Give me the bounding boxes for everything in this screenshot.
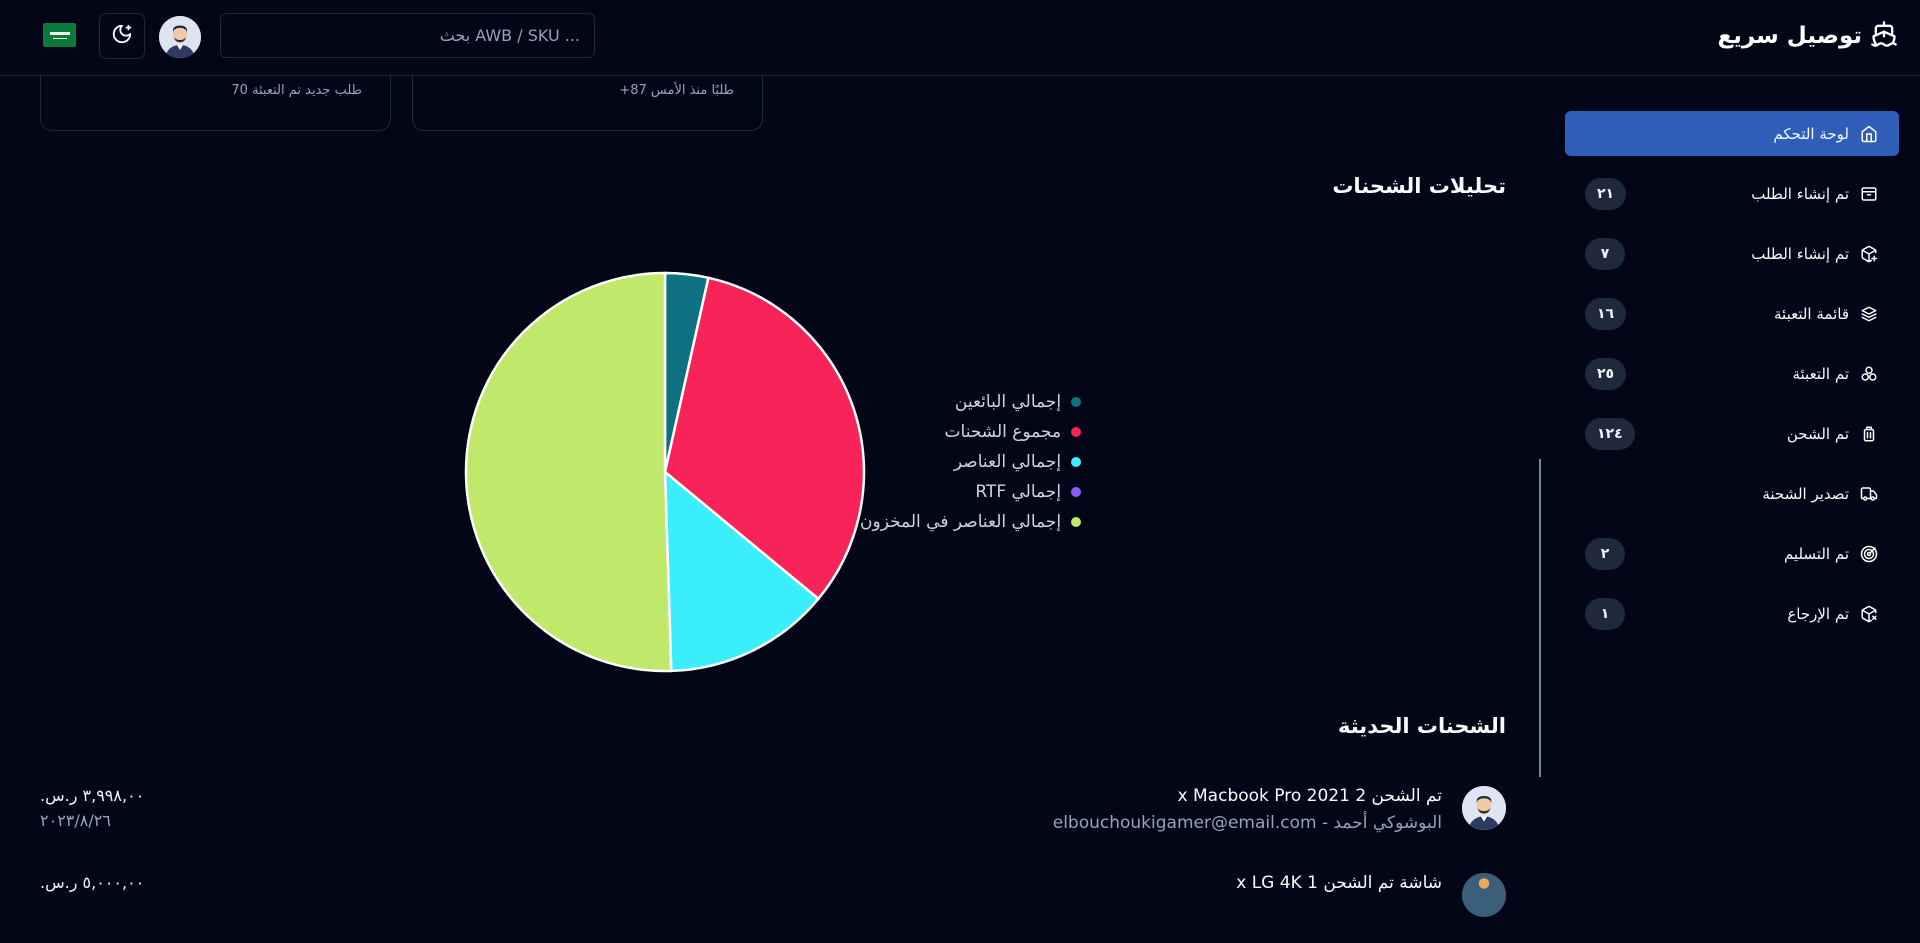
legend-item[interactable]: إجمالي البائعين (860, 387, 1082, 417)
home-icon (1859, 124, 1879, 144)
legend-label: مجموع الشحنات (944, 422, 1062, 442)
shipment-date: ٢٠٢٣/٨/٢٦ (40, 811, 111, 830)
analytics-title: تحليلات الشحنات (1332, 174, 1506, 198)
pie-slice-4[interactable] (464, 271, 673, 673)
sidebar-item-delivered[interactable]: تم التسليم ٢ (1565, 531, 1899, 576)
sidebar-item-label: قائمة التعبئة (1774, 304, 1849, 323)
brand-name: توصيل سريع (1717, 23, 1862, 49)
sidebar-item-label: تم إنشاء الطلب (1751, 184, 1849, 203)
flag-sword-icon (52, 37, 67, 39)
shipment-amount: ٥,٠٠٠,٠٠ ر.س. (40, 873, 145, 892)
legend-item[interactable]: مجموع الشحنات (860, 417, 1082, 447)
legend-dot-icon (1071, 427, 1082, 437)
legend-item[interactable]: إجمالي RTF (860, 477, 1082, 507)
sidebar-item-shipped[interactable]: تم الشحن ١٢٤ (1565, 411, 1899, 456)
sidebar-item-label: لوحة التحكم (1773, 124, 1849, 143)
sidebar-item-dashboard[interactable]: لوحة التحكم (1565, 111, 1899, 156)
package-icon (1859, 184, 1879, 204)
sidebar-item-label: تم التعبئة (1792, 364, 1849, 383)
flag-emblem-icon (49, 31, 70, 35)
customer-avatar (1462, 873, 1506, 917)
chart-legend: إجمالي البائعين مجموع الشحنات إجمالي العنا… (860, 387, 1082, 537)
shipment-customer: البوشوكي أحمد - elbouchoukigamer@email.c… (1052, 813, 1442, 833)
customer-avatar (1462, 786, 1506, 830)
ship-logo-icon (1870, 20, 1898, 52)
sidebar-item-packed[interactable]: تم التعبئة ٢٥ (1565, 351, 1899, 396)
shipment-amount: ٣,٩٩٨,٠٠ ر.س. (40, 786, 145, 805)
legend-item[interactable]: إجمالي العناصر في المخزون (860, 507, 1082, 537)
count-badge: ١ (1585, 597, 1625, 630)
sidebar-item-export-shipment[interactable]: تصدير الشحنة (1565, 471, 1899, 516)
legend-label: إجمالي العناصر في المخزون (860, 512, 1062, 532)
legend-dot-icon (1071, 457, 1082, 467)
count-badge: ٧ (1585, 237, 1625, 270)
sidebar-item-packing-list[interactable]: قائمة التعبئة ١٦ (1565, 291, 1899, 336)
legend-label: إجمالي العناصر (953, 452, 1062, 472)
legend-label: إجمالي RTF (975, 482, 1062, 502)
luggage-icon (1859, 424, 1879, 444)
package-x-icon (1859, 604, 1879, 624)
sidebar-item-label: تم التسليم (1783, 544, 1849, 563)
count-badge: ٢١ (1585, 177, 1627, 210)
legend-label: إجمالي البائعين (954, 392, 1062, 412)
shipment-title: شاشة تم الشحن 1 x LG 4K (1236, 873, 1442, 893)
language-flag-button[interactable] (43, 23, 76, 47)
count-badge: ١٦ (1585, 297, 1627, 330)
search-input[interactable] (220, 13, 595, 58)
stat-card-subtitle: طلب جديد تم التعبئة 70 (231, 83, 362, 98)
moon-icon (111, 23, 133, 49)
sidebar-item-order-created[interactable]: تم إنشاء الطلب ٢١ (1565, 171, 1899, 216)
count-badge: ١٢٤ (1585, 417, 1635, 450)
user-avatar[interactable] (159, 16, 201, 58)
sidebar-item-label: تم الإرجاع (1787, 604, 1849, 623)
truck-icon (1859, 484, 1879, 504)
boxes-icon (1859, 304, 1879, 324)
shipment-row[interactable]: شاشة تم الشحن 1 x LG 4K ٥,٠٠٠,٠٠ ر.س. (40, 873, 1506, 943)
stat-card-subtitle: طلبًا منذ الأمس 87+ (619, 83, 734, 98)
legend-dot-icon (1071, 487, 1082, 497)
count-badge: ٢٥ (1585, 357, 1627, 390)
theme-toggle-button[interactable] (99, 13, 145, 59)
brand[interactable]: توصيل سريع (1718, 18, 1898, 54)
sidebar-item-label: تم إنشاء الطلب (1751, 244, 1849, 263)
count-badge: ٢ (1585, 537, 1625, 570)
sidebar-item-returned[interactable]: تم الإرجاع ١ (1565, 591, 1899, 636)
target-icon (1859, 544, 1879, 564)
stacked-boxes-icon (1859, 364, 1879, 384)
legend-dot-icon (1071, 517, 1082, 527)
legend-dot-icon (1071, 397, 1082, 407)
sidebar-item-label: تصدير الشحنة (1762, 484, 1849, 503)
shipment-title: تم الشحن 2 x Macbook Pro 2021 (1177, 786, 1442, 806)
package-plus-icon (1859, 244, 1879, 264)
sidebar-item-label: تم الشحن (1786, 424, 1849, 443)
content-divider (1539, 459, 1541, 777)
sidebar-nav: لوحة التحكم تم إنشاء الطلب ٢١ تم إنشاء ا… (1565, 111, 1899, 651)
recent-shipments-title: الشحنات الحديثة (1338, 714, 1506, 738)
top-header: توصيل سريع (0, 0, 1920, 76)
legend-item[interactable]: إجمالي العناصر (860, 447, 1082, 477)
shipment-row[interactable]: تم الشحن 2 x Macbook Pro 2021 البوشوكي أ… (40, 786, 1506, 856)
sidebar-item-order-created-2[interactable]: تم إنشاء الطلب ٧ (1565, 231, 1899, 276)
